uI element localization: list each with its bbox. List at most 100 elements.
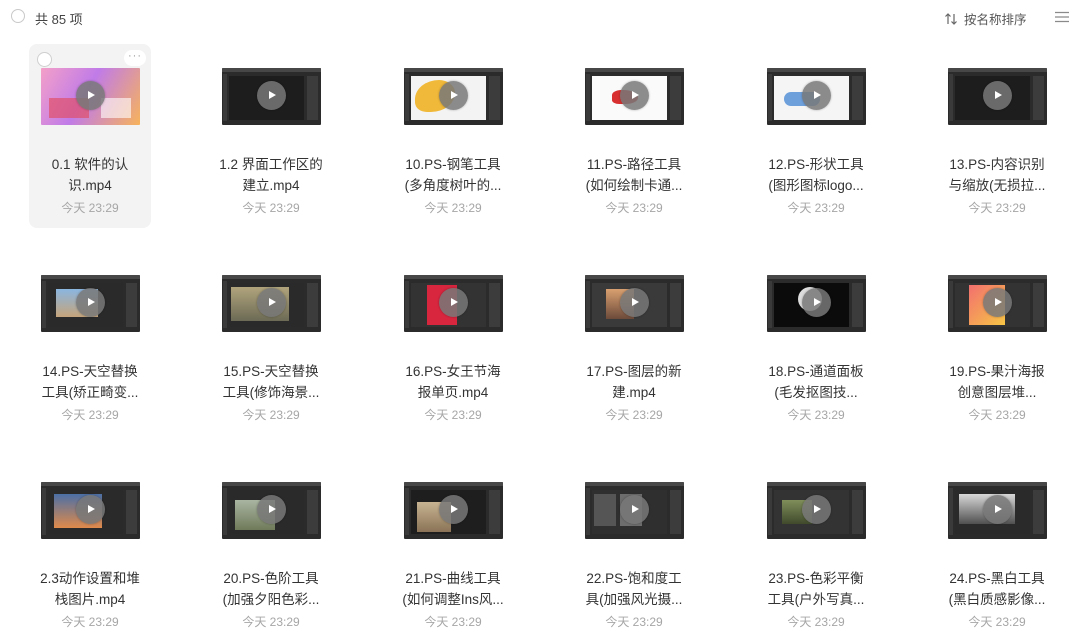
file-item[interactable]: ··· 0.1 软件的认 识.mp4 今天 23:29: [29, 44, 151, 228]
file-name-line-1: 1.2 界面工作区的: [219, 157, 323, 172]
modified-time: 今天 23:29: [61, 408, 119, 422]
file-name-line-2: (如何调整Ins风...: [402, 592, 504, 607]
file-name-line-2: 建.mp4: [612, 385, 656, 400]
video-thumbnail[interactable]: [41, 275, 140, 332]
file-name-line-1: 17.PS-图层的新: [586, 364, 682, 379]
play-icon[interactable]: [620, 81, 649, 110]
play-icon[interactable]: [439, 495, 468, 524]
play-icon[interactable]: [439, 288, 468, 317]
modified-time: 今天 23:29: [605, 615, 663, 629]
video-thumbnail[interactable]: [404, 482, 503, 539]
file-item[interactable]: 18.PS-通道面板 (毛发抠图技... 今天 23:29: [755, 251, 877, 435]
video-thumbnail[interactable]: [585, 482, 684, 539]
play-icon[interactable]: [983, 288, 1012, 317]
play-icon[interactable]: [983, 495, 1012, 524]
play-icon[interactable]: [76, 288, 105, 317]
file-name: 15.PS-天空替换 工具(修饰海景...: [210, 361, 332, 403]
file-name-line-2: 栈图片.mp4: [54, 592, 126, 607]
file-name-line-1: 13.PS-内容识别: [949, 157, 1045, 172]
video-thumbnail[interactable]: [404, 275, 503, 332]
modified-time: 今天 23:29: [787, 615, 845, 629]
video-thumbnail[interactable]: [222, 275, 321, 332]
file-item[interactable]: 1.2 界面工作区的 建立.mp4 今天 23:29: [210, 44, 332, 228]
file-name: 2.3动作设置和堆 栈图片.mp4: [29, 568, 151, 610]
file-item[interactable]: 2.3动作设置和堆 栈图片.mp4 今天 23:29: [29, 458, 151, 642]
modified-time: 今天 23:29: [424, 408, 482, 422]
file-name-line-2: 与缩放(无损拉...: [948, 178, 1046, 193]
video-thumbnail[interactable]: [404, 68, 503, 125]
modified-time: 今天 23:29: [424, 615, 482, 629]
file-name-line-1: 21.PS-曲线工具: [405, 571, 501, 586]
play-icon[interactable]: [257, 288, 286, 317]
video-thumbnail[interactable]: [222, 68, 321, 125]
play-icon[interactable]: [257, 81, 286, 110]
file-name-line-2: (黑白质感影像...: [948, 592, 1046, 607]
file-item[interactable]: 16.PS-女王节海 报单页.mp4 今天 23:29: [392, 251, 514, 435]
video-thumbnail[interactable]: [41, 482, 140, 539]
file-item[interactable]: 14.PS-天空替换 工具(矫正畸变... 今天 23:29: [29, 251, 151, 435]
file-item[interactable]: 22.PS-饱和度工 具(加强风光摄... 今天 23:29: [573, 458, 695, 642]
play-icon[interactable]: [983, 81, 1012, 110]
modified-time: 今天 23:29: [605, 201, 663, 215]
video-thumbnail[interactable]: [585, 275, 684, 332]
play-icon[interactable]: [439, 81, 468, 110]
play-icon[interactable]: [257, 495, 286, 524]
play-icon[interactable]: [76, 495, 105, 524]
modified-time: 今天 23:29: [787, 201, 845, 215]
file-item[interactable]: 20.PS-色阶工具 (加强夕阳色彩... 今天 23:29: [210, 458, 332, 642]
video-thumbnail[interactable]: [767, 275, 866, 332]
video-thumbnail[interactable]: [767, 68, 866, 125]
item-count: 共 85 项: [35, 12, 83, 27]
file-item[interactable]: 23.PS-色彩平衡 工具(户外写真... 今天 23:29: [755, 458, 877, 642]
sort-button[interactable]: 按名称排序: [944, 9, 1027, 28]
play-icon[interactable]: [802, 288, 831, 317]
more-options-icon[interactable]: ···: [124, 50, 146, 66]
video-thumbnail[interactable]: [767, 482, 866, 539]
file-item[interactable]: 13.PS-内容识别 与缩放(无损拉... 今天 23:29: [936, 44, 1058, 228]
video-thumbnail[interactable]: [41, 68, 140, 125]
file-item[interactable]: 24.PS-黑白工具 (黑白质感影像... 今天 23:29: [936, 458, 1058, 642]
file-name: 0.1 软件的认 识.mp4: [29, 154, 151, 196]
file-item[interactable]: 21.PS-曲线工具 (如何调整Ins风... 今天 23:29: [392, 458, 514, 642]
file-name-line-2: 工具(矫正畸变...: [41, 385, 139, 400]
modified-time: 今天 23:29: [424, 201, 482, 215]
modified-time: 今天 23:29: [242, 201, 300, 215]
file-name: 22.PS-饱和度工 具(加强风光摄...: [573, 568, 695, 610]
list-view-icon[interactable]: [1054, 10, 1070, 24]
play-icon[interactable]: [76, 81, 105, 110]
file-name-line-1: 19.PS-果汁海报: [949, 364, 1045, 379]
file-item[interactable]: 15.PS-天空替换 工具(修饰海景... 今天 23:29: [210, 251, 332, 435]
file-item[interactable]: 17.PS-图层的新 建.mp4 今天 23:29: [573, 251, 695, 435]
video-thumbnail[interactable]: [948, 275, 1047, 332]
file-name-line-2: 建立.mp4: [242, 178, 300, 193]
video-thumbnail[interactable]: [222, 482, 321, 539]
video-thumbnail[interactable]: [948, 482, 1047, 539]
play-icon[interactable]: [620, 495, 649, 524]
video-thumbnail[interactable]: [948, 68, 1047, 125]
play-icon[interactable]: [802, 81, 831, 110]
select-all-checkbox[interactable]: [11, 9, 25, 23]
file-name-line-2: 具(加强风光摄...: [585, 592, 683, 607]
file-name: 17.PS-图层的新 建.mp4: [573, 361, 695, 403]
file-name: 13.PS-内容识别 与缩放(无损拉...: [936, 154, 1058, 196]
file-name: 21.PS-曲线工具 (如何调整Ins风...: [392, 568, 514, 610]
play-icon[interactable]: [620, 288, 649, 317]
file-name-line-2: 报单页.mp4: [417, 385, 489, 400]
modified-time: 今天 23:29: [61, 615, 119, 629]
file-item[interactable]: 19.PS-果汁海报 创意图层堆... 今天 23:29: [936, 251, 1058, 435]
file-item[interactable]: 12.PS-形状工具 (图形图标logo... 今天 23:29: [755, 44, 877, 228]
file-name-line-1: 11.PS-路径工具: [586, 157, 682, 172]
file-name-line-1: 20.PS-色阶工具: [223, 571, 319, 586]
play-icon[interactable]: [802, 495, 831, 524]
file-name: 18.PS-通道面板 (毛发抠图技...: [755, 361, 877, 403]
file-name-line-1: 18.PS-通道面板: [768, 364, 864, 379]
video-thumbnail[interactable]: [585, 68, 684, 125]
modified-time: 今天 23:29: [968, 615, 1026, 629]
file-name-line-2: (毛发抠图技...: [774, 385, 858, 400]
item-checkbox[interactable]: [37, 52, 52, 67]
file-item[interactable]: 10.PS-钢笔工具 (多角度树叶的... 今天 23:29: [392, 44, 514, 228]
file-name-line-1: 22.PS-饱和度工: [586, 571, 682, 586]
file-name-line-1: 24.PS-黑白工具: [949, 571, 1045, 586]
file-item[interactable]: 11.PS-路径工具 (如何绘制卡通... 今天 23:29: [573, 44, 695, 228]
file-name-line-2: 工具(户外写真...: [767, 592, 865, 607]
